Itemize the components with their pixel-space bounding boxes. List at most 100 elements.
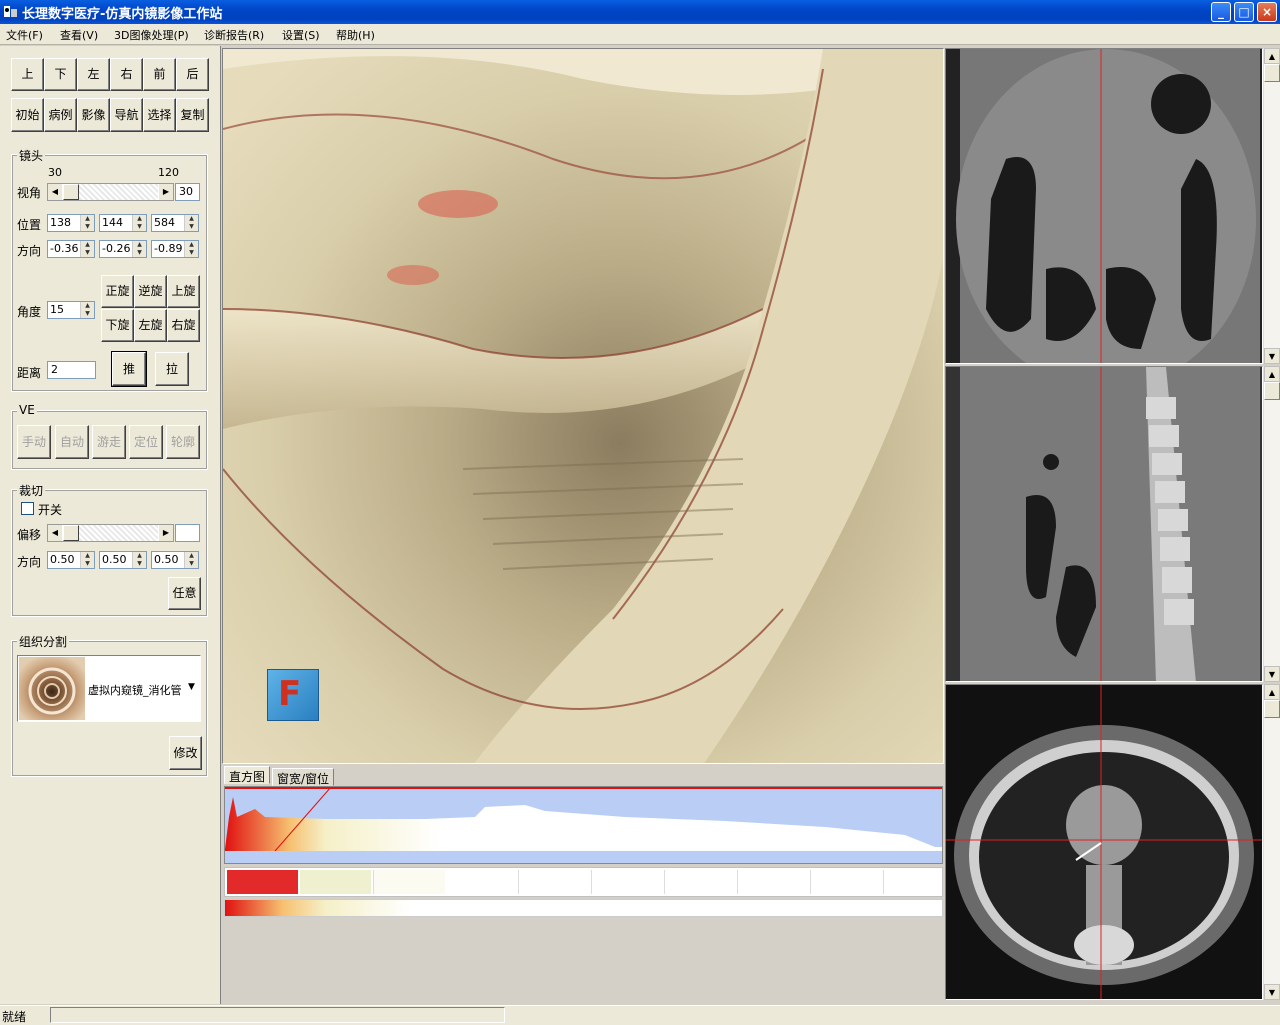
scroll-up-icon[interactable]: ▲	[1264, 48, 1280, 64]
menu-bar: 文件(F) 查看(V) 3D图像处理(P) 诊断报告(R) 设置(S) 帮助(H…	[0, 24, 1280, 45]
fov-slider-thumb[interactable]	[63, 184, 79, 200]
scroll-thumb[interactable]	[1264, 700, 1280, 718]
navigate-button[interactable]: 导航	[110, 98, 143, 132]
slider-right-arrow-icon[interactable]: ▶	[159, 184, 173, 200]
coronal-view[interactable]	[945, 48, 1263, 364]
locate-button[interactable]: 定位	[129, 425, 163, 459]
scroll-down-icon[interactable]: ▼	[1264, 984, 1280, 1000]
axial-ct-image	[946, 685, 1262, 999]
direction-label: 方向	[17, 244, 42, 258]
tab-window-level[interactable]: 窗宽/窗位	[272, 768, 335, 786]
menu-help[interactable]: 帮助(H)	[336, 27, 375, 43]
direction-z-spinner[interactable]: -0.89 ▲ ▼	[151, 240, 199, 258]
move-front-button[interactable]: 前	[143, 58, 176, 91]
clip-dir-x-spinner[interactable]: 0.50 ▲ ▼	[47, 551, 95, 569]
sagittal-scrollbar[interactable]: ▲ ▼	[1263, 366, 1280, 682]
spinner-arrows-icon[interactable]: ▲ ▼	[184, 215, 198, 231]
angle-spinner[interactable]: 15 ▲ ▼	[47, 301, 95, 319]
position-z-spinner[interactable]: 584 ▲ ▼	[151, 214, 199, 232]
rotate-cw-button[interactable]: 正旋	[101, 275, 134, 308]
maximize-button[interactable]: □	[1234, 2, 1254, 22]
endoscopy-3d-view[interactable]: F	[222, 48, 944, 764]
modify-button[interactable]: 修改	[169, 736, 202, 770]
spinner-arrows-icon[interactable]: ▲ ▼	[80, 215, 94, 231]
histogram-panel[interactable]	[224, 786, 943, 864]
offset-slider-thumb[interactable]	[63, 525, 79, 541]
spinner-arrows-icon[interactable]: ▲ ▼	[132, 552, 146, 568]
push-button[interactable]: 推	[111, 351, 147, 387]
menu-3d-processing[interactable]: 3D图像处理(P)	[114, 27, 189, 43]
menu-file[interactable]: 文件(F)	[6, 27, 43, 43]
color-swatch-white[interactable]	[373, 870, 445, 894]
spinner-arrows-icon[interactable]: ▲ ▼	[184, 241, 198, 257]
tissue-preset-dropdown[interactable]: 虚拟内窥镜_消化管 ▼	[17, 655, 201, 722]
spinner-arrows-icon[interactable]: ▲ ▼	[80, 552, 94, 568]
tab-histogram[interactable]: 直方图	[224, 766, 271, 784]
scroll-down-icon[interactable]: ▼	[1264, 666, 1280, 682]
sagittal-ct-image	[960, 367, 1260, 681]
spinner-arrows-icon[interactable]: ▲ ▼	[132, 241, 146, 257]
clip-switch-checkbox[interactable]	[21, 502, 34, 515]
direction-y-spinner[interactable]: -0.26 ▲ ▼	[99, 240, 147, 258]
distance-field[interactable]: 2	[47, 361, 96, 379]
spinner-arrows-icon[interactable]: ▲ ▼	[132, 215, 146, 231]
menu-view[interactable]: 查看(V)	[60, 27, 98, 43]
move-back-button[interactable]: 后	[176, 58, 209, 91]
close-button[interactable]: ×	[1257, 2, 1277, 22]
color-swatch-yellow[interactable]	[300, 870, 371, 894]
coronal-scrollbar[interactable]: ▲ ▼	[1263, 48, 1280, 364]
dropdown-arrow-icon[interactable]: ▼	[188, 682, 195, 692]
case-button[interactable]: 病例	[44, 98, 77, 132]
orientation-cube-icon[interactable]: F	[267, 669, 319, 721]
direction-x-spinner[interactable]: -0.36 ▲ ▼	[47, 240, 95, 258]
contour-button[interactable]: 轮廓	[166, 425, 200, 459]
position-y-spinner[interactable]: 144 ▲ ▼	[99, 214, 147, 232]
manual-button[interactable]: 手动	[17, 425, 51, 459]
auto-button[interactable]: 自动	[55, 425, 89, 459]
color-swatch-red[interactable]	[227, 870, 298, 894]
spinner-arrows-icon[interactable]: ▲ ▼	[80, 302, 94, 318]
rotate-up-button[interactable]: 上旋	[167, 275, 200, 308]
move-right-button[interactable]: 右	[110, 58, 143, 91]
clip-dir-z-spinner[interactable]: 0.50 ▲ ▼	[151, 551, 199, 569]
spinner-arrows-icon[interactable]: ▲ ▼	[184, 552, 198, 568]
select-button[interactable]: 选择	[143, 98, 176, 132]
rotate-ccw-button[interactable]: 逆旋	[134, 275, 167, 308]
position-x-spinner[interactable]: 138 ▲ ▼	[47, 214, 95, 232]
image-button[interactable]: 影像	[77, 98, 110, 132]
spinner-arrows-icon[interactable]: ▲ ▼	[80, 241, 94, 257]
scroll-thumb[interactable]	[1264, 382, 1280, 400]
arbitrary-button[interactable]: 任意	[168, 577, 201, 610]
reset-button[interactable]: 初始	[11, 98, 44, 132]
offset-value-field[interactable]	[175, 524, 200, 542]
move-down-button[interactable]: 下	[44, 58, 77, 91]
scroll-up-icon[interactable]: ▲	[1264, 366, 1280, 382]
axial-view[interactable]	[945, 684, 1263, 1000]
move-up-button[interactable]: 上	[11, 58, 44, 91]
rotate-down-button[interactable]: 下旋	[101, 309, 134, 342]
slider-right-arrow-icon[interactable]: ▶	[159, 525, 173, 541]
scroll-thumb[interactable]	[1264, 64, 1280, 82]
color-map-bar[interactable]	[224, 867, 943, 897]
axial-scrollbar[interactable]: ▲ ▼	[1263, 684, 1280, 1000]
angle-label: 角度	[17, 305, 42, 319]
slider-left-arrow-icon[interactable]: ◀	[48, 525, 62, 541]
menu-settings[interactable]: 设置(S)	[282, 27, 320, 43]
pull-button[interactable]: 拉	[155, 352, 189, 386]
offset-slider[interactable]: ◀ ▶	[47, 524, 174, 542]
roam-button[interactable]: 游走	[92, 425, 126, 459]
slider-left-arrow-icon[interactable]: ◀	[48, 184, 62, 200]
scroll-up-icon[interactable]: ▲	[1264, 684, 1280, 700]
color-swatch-empty[interactable]	[446, 870, 942, 894]
fov-slider[interactable]: ◀ ▶	[47, 183, 174, 201]
sagittal-view[interactable]	[945, 366, 1263, 682]
minimize-button[interactable]: _	[1211, 2, 1231, 22]
fov-value-field[interactable]: 30	[175, 183, 200, 201]
scroll-down-icon[interactable]: ▼	[1264, 348, 1280, 364]
rotate-right-button[interactable]: 右旋	[167, 309, 200, 342]
move-left-button[interactable]: 左	[77, 58, 110, 91]
rotate-left-button[interactable]: 左旋	[134, 309, 167, 342]
menu-report[interactable]: 诊断报告(R)	[204, 27, 264, 43]
clip-dir-y-spinner[interactable]: 0.50 ▲ ▼	[99, 551, 147, 569]
copy-button[interactable]: 复制	[176, 98, 209, 132]
